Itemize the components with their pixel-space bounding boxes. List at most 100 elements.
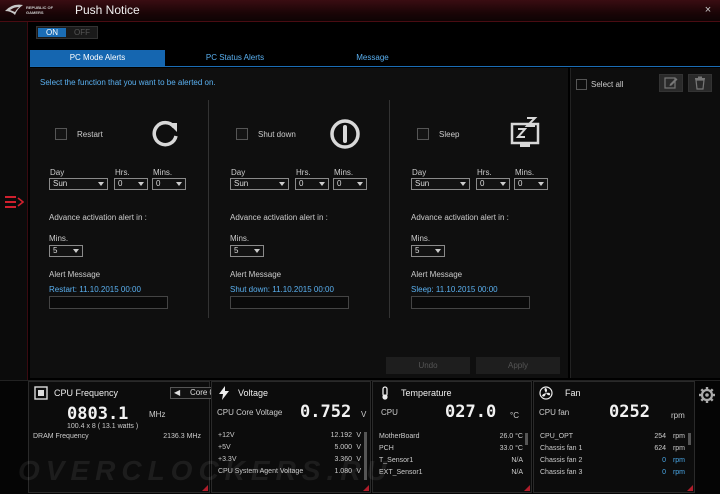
day-select[interactable]: Sun (49, 178, 108, 190)
apply-button[interactable]: Apply (476, 357, 560, 374)
tab-message[interactable]: Message (305, 50, 440, 66)
fan-row-name: CPU_OPT (540, 433, 574, 440)
adv-mins-select[interactable]: 5 (411, 245, 445, 257)
chevron-down-icon (435, 249, 441, 253)
adv-mins-value: 5 (234, 246, 239, 255)
undo-button[interactable]: Undo (386, 357, 470, 374)
hrs-select[interactable]: 0 (476, 178, 510, 190)
restart-icon (152, 120, 178, 147)
close-icon[interactable]: × (701, 3, 715, 17)
toggle-on[interactable]: ON (38, 28, 66, 37)
toggle-off[interactable]: OFF (68, 28, 96, 37)
fan-row-value: 254 (654, 433, 666, 440)
delete-button[interactable] (688, 74, 712, 92)
day-label: Day (231, 168, 246, 177)
cpu-chip-icon (34, 386, 48, 400)
voltage-row-value: 5.000 (334, 444, 352, 451)
fan-title: Fan (565, 388, 581, 398)
watermark: OVERCLOCKERS.RU (18, 455, 393, 486)
cpu-core-voltage-value: 0.752 (300, 402, 352, 422)
alert-message-input[interactable] (49, 296, 168, 309)
fan-row-unit: rpm (672, 469, 685, 476)
mins-label: Mins. (515, 168, 535, 177)
tab-bar: PC Mode Alerts PC Status Alerts Message (30, 49, 720, 67)
mins-select[interactable]: 0 (514, 178, 548, 190)
chevron-down-icon (254, 249, 260, 253)
chevron-down-icon (357, 182, 363, 186)
chevron-down-icon (176, 182, 182, 186)
shutdown-checkbox[interactable] (236, 128, 248, 140)
day-label: Day (50, 168, 65, 177)
push-notice-toggle[interactable]: ON OFF (36, 26, 98, 39)
app-title: Push Notice (75, 3, 140, 17)
adv-mins-label: Mins. (49, 234, 69, 243)
select-all-checkbox[interactable] (576, 79, 587, 90)
tab-pc-status-alerts[interactable]: PC Status Alerts (165, 50, 305, 66)
adv-mins-select[interactable]: 5 (49, 245, 83, 257)
fan-scrollbar[interactable] (688, 433, 691, 445)
temperature-scrollbar[interactable] (525, 433, 528, 445)
fan-row-name: Chassis fan 1 (540, 445, 583, 452)
day-select[interactable]: Sun (411, 178, 470, 190)
rog-logo: REPUBLIC OF GAMERS (4, 2, 66, 19)
messages-list-panel (570, 68, 720, 378)
mins-value: 0 (337, 179, 342, 188)
hrs-value: 0 (480, 179, 485, 188)
cpu-temp-unit: °C (510, 411, 519, 420)
restart-checkbox[interactable] (55, 128, 67, 140)
logo-text-line2: GAMERS (26, 10, 44, 15)
edit-button[interactable] (659, 74, 683, 92)
alert-message-input[interactable] (411, 296, 530, 309)
day-value: Sun (415, 179, 430, 188)
cpu-fan-label: CPU fan (539, 408, 570, 417)
cpu-temp-label: CPU (381, 408, 398, 417)
temp-row-value: 26.0 °C (499, 433, 523, 440)
tab-pc-mode-alerts[interactable]: PC Mode Alerts (30, 50, 165, 66)
cpu-fan-value: 0252 (609, 402, 650, 422)
adv-mins-value: 5 (415, 246, 420, 255)
sleep-checkbox[interactable] (417, 128, 429, 140)
temp-row-value: 33.0 °C (499, 445, 523, 452)
expand-menu-icon[interactable] (4, 194, 24, 210)
fan-row-value: 0 (662, 469, 666, 476)
hrs-select[interactable]: 0 (114, 178, 148, 190)
day-label: Day (412, 168, 427, 177)
alert-message-input[interactable] (230, 296, 349, 309)
fan-row-unit: rpm (672, 433, 685, 440)
adv-mins-select[interactable]: 5 (230, 245, 264, 257)
fan-row-unit: rpm (672, 457, 685, 464)
hrs-select[interactable]: 0 (295, 178, 329, 190)
fan-card: Fan CPU fan 0252 rpm CPU_OPT 254 rpm Cha… (533, 381, 695, 493)
instruction-text: Select the function that you want to be … (40, 78, 216, 87)
voltage-row-name: +12V (218, 432, 235, 439)
mins-value: 0 (518, 179, 523, 188)
hrs-label: Hrs. (477, 168, 492, 177)
dram-frequency-value: 2136.3 MHz (163, 433, 201, 440)
fan-row-value: 0 (662, 457, 666, 464)
lightning-icon (219, 386, 229, 400)
power-icon (330, 119, 360, 149)
chevron-down-icon (138, 182, 144, 186)
alert-message-label: Alert Message (230, 270, 282, 279)
chevron-down-icon (538, 182, 544, 186)
chevron-down-icon (319, 182, 325, 186)
adv-mins-label: Mins. (230, 234, 250, 243)
dram-frequency-label: DRAM Frequency (33, 433, 89, 440)
chevron-down-icon (460, 182, 466, 186)
temp-row-value: N/A (511, 469, 523, 476)
sleep-label: Sleep (439, 130, 460, 139)
chevron-left-icon[interactable]: ◀ (174, 388, 180, 398)
advance-label: Advance activation alert in : (230, 213, 328, 222)
day-select[interactable]: Sun (230, 178, 289, 190)
left-sidebar (0, 22, 28, 380)
fan-row-unit: rpm (672, 445, 685, 452)
gear-icon[interactable] (698, 386, 716, 404)
hrs-value: 0 (118, 179, 123, 188)
expand-corner-icon[interactable] (687, 485, 693, 491)
hrs-value: 0 (299, 179, 304, 188)
expand-corner-icon[interactable] (524, 485, 530, 491)
alert-column-restart: Restart Day Hrs. Mins. Sun 0 0 Advance a… (40, 100, 215, 318)
cpu-frequency-title: CPU Frequency (54, 388, 119, 398)
mins-select[interactable]: 0 (152, 178, 186, 190)
mins-select[interactable]: 0 (333, 178, 367, 190)
